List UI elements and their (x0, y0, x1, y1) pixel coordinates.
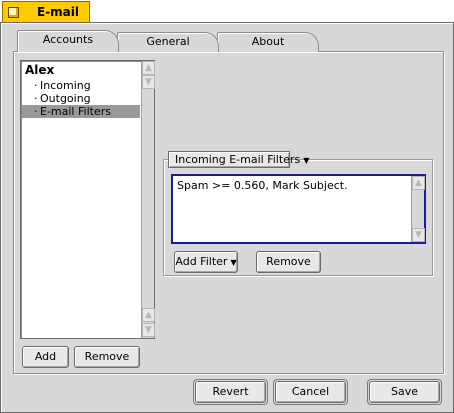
filters-menu-label: Incoming E-mail Filters (175, 153, 301, 166)
revert-button[interactable]: Revert (195, 381, 266, 403)
save-button[interactable]: Save (369, 381, 440, 403)
filter-list[interactable]: Spam >= 0.560, Mark Subject. ▲ ▼ (171, 174, 426, 244)
tab-about[interactable]: About (217, 32, 319, 52)
zoom-box-icon[interactable] (8, 7, 19, 18)
add-filter-button[interactable]: Add Filter ▼ (174, 251, 238, 273)
scroll-down-arrow-icon[interactable]: ▼ (142, 75, 155, 89)
filter-entry[interactable]: Spam >= 0.560, Mark Subject. (177, 179, 348, 192)
filter-list-scrollbar[interactable]: ▲ ▼ (411, 176, 425, 242)
list-bullet: · (34, 92, 38, 105)
tab-accounts-label: Accounts (42, 33, 94, 46)
list-bullet: · (34, 79, 38, 92)
scroll-up-arrow-icon[interactable]: ▲ (142, 308, 155, 322)
list-item-email-filters[interactable]: · E-mail Filters (22, 105, 140, 118)
tab-accounts[interactable]: Accounts (17, 30, 119, 52)
list-item-incoming[interactable]: · Incoming (22, 79, 140, 92)
scroll-up-arrow-icon[interactable]: ▲ (412, 176, 425, 190)
cancel-button[interactable]: Cancel (275, 381, 346, 403)
popup-arrow-icon: ▼ (303, 156, 310, 165)
accounts-list[interactable]: Alex · Incoming · Outgoing · E-mail Filt… (20, 60, 155, 339)
remove-filter-button[interactable]: Remove (256, 251, 321, 273)
list-item-label: Outgoing (40, 92, 91, 105)
filters-menu-field[interactable]: Incoming E-mail Filters ▼ (168, 151, 309, 168)
tab-general-label: General (146, 35, 190, 48)
list-bullet: · (34, 105, 38, 118)
window-title: E-mail (37, 5, 80, 19)
window-title-tab[interactable]: E-mail (2, 1, 90, 23)
list-item-label: Incoming (40, 79, 91, 92)
list-item-label: E-mail Filters (40, 105, 111, 118)
list-item-outgoing[interactable]: · Outgoing (22, 92, 140, 105)
scroll-down-arrow-icon[interactable]: ▼ (412, 228, 425, 242)
popup-arrow-icon: ▼ (230, 258, 237, 267)
add-account-button[interactable]: Add (22, 346, 69, 368)
scroll-down-arrow-icon[interactable]: ▼ (142, 323, 155, 337)
add-filter-label: Add Filter (175, 255, 228, 268)
scroll-up-arrow-icon[interactable]: ▲ (142, 61, 155, 75)
accounts-list-scrollbar[interactable]: ▲ ▼ ▲ ▼ (141, 61, 155, 338)
remove-account-button[interactable]: Remove (74, 346, 140, 368)
tab-about-label: About (251, 35, 285, 48)
tab-general[interactable]: General (117, 32, 219, 52)
account-name[interactable]: Alex (25, 63, 54, 77)
